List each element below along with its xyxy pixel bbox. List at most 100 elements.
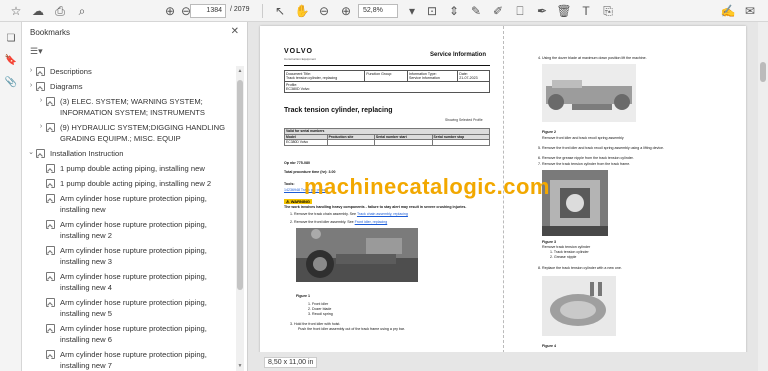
hdr-value: 21-07-2023 — [459, 76, 478, 80]
hdr-value: EC380D Volvo — [286, 87, 310, 91]
bookmark-label: (3) ELEC. SYSTEM; WARNING SYSTEM; INFORM… — [60, 97, 205, 117]
figure-1-illustration — [296, 228, 418, 282]
bookmark-item[interactable]: Arm cylinder hose rupture protection pip… — [22, 245, 236, 267]
bookmark-star-icon[interactable]: ☆ — [8, 3, 24, 19]
bookmark-item[interactable]: Arm cylinder hose rupture protection pip… — [22, 219, 236, 241]
attach-icon[interactable]: ⎘ — [600, 3, 616, 19]
fit-page-icon[interactable]: ⊡ — [424, 3, 440, 19]
bookmark-item[interactable]: ⌄ Installation Instruction — [22, 148, 236, 159]
email-icon[interactable]: ✉ — [742, 3, 758, 19]
figure-3-illustration — [542, 170, 608, 236]
zoom-in-icon[interactable]: ⊕ — [338, 3, 354, 19]
bookmark-ribbon-icon — [46, 246, 55, 255]
figure-2-photo — [542, 64, 636, 122]
search-icon[interactable]: ⌕ — [74, 3, 90, 19]
expand-caret-icon[interactable]: ⌄ — [26, 148, 36, 158]
page-up-icon[interactable]: ⊕ — [162, 3, 178, 19]
step-8: 8. Replace the track tension cylinder wi… — [538, 266, 622, 270]
upload-cloud-icon[interactable]: ☁ — [30, 3, 46, 19]
expand-caret-icon[interactable]: › — [36, 96, 46, 106]
bookmark-label: Arm cylinder hose rupture protection pip… — [60, 220, 207, 240]
scroll-up-icon[interactable]: ▲ — [236, 68, 244, 74]
tools-label: Tools: — [284, 182, 295, 186]
figure-3-photo — [542, 170, 608, 236]
empty-cell — [431, 139, 491, 146]
toolbar: ☆ ☁ ⎙ ⌕ ⊕ ⊖ 1384 / 2079 ↖ ✋ ⊖ ⊕ 52,8% ▾ … — [0, 0, 768, 22]
fig3-item: 2. Grease nipple — [550, 255, 577, 259]
page-total-label: / 2079 — [230, 6, 250, 13]
fill-sign-icon[interactable]: ✒ — [534, 3, 550, 19]
bookmark-item[interactable]: Arm cylinder hose rupture protection pip… — [22, 323, 236, 345]
scroll-thumb[interactable] — [237, 80, 243, 290]
step-3: 3. Hold the front idler with hoist. — [290, 322, 341, 326]
bookmark-item[interactable]: › Diagrams — [22, 81, 236, 92]
comment-icon[interactable]: ✎ — [468, 3, 484, 19]
bookmark-item[interactable]: Arm cylinder hose rupture protection pip… — [22, 271, 236, 293]
step-1: 1. Remove the track chain assembly. See … — [290, 212, 408, 216]
zoom-select[interactable]: 52,8% — [358, 4, 398, 18]
bookmark-ribbon-icon — [46, 194, 55, 203]
bookmark-ribbon-icon — [46, 272, 55, 281]
bookmark-item[interactable]: › (9) HYDRAULIC SYSTEM;DIGGING HANDLING G… — [22, 122, 236, 144]
bookmark-label: Arm cylinder hose rupture protection pip… — [60, 324, 207, 344]
header-table: Document Title: Track tension cylinder, r… — [283, 70, 490, 93]
stamp-icon[interactable]: ⎕ — [512, 3, 528, 19]
step-6: 6. Remove the grease nipple from the tra… — [538, 156, 634, 160]
bookmark-ribbon-icon — [46, 164, 55, 173]
warning-text: The work involves handling heavy compone… — [284, 205, 467, 209]
bookmark-item[interactable]: › (3) ELEC. SYSTEM; WARNING SYSTEM; INFOR… — [22, 96, 236, 118]
delete-icon[interactable]: 🗑 — [556, 3, 572, 19]
scroll-down-icon[interactable]: ▼ — [236, 363, 244, 369]
doc-scroll-thumb[interactable] — [760, 62, 766, 82]
step-1-text: 1. Remove the track chain assembly. See — [290, 212, 357, 216]
bookmark-options-icon[interactable]: ☰▾ — [30, 46, 52, 58]
bookmark-icon[interactable]: 🔖 — [4, 54, 18, 68]
attachment-icon[interactable]: 📎 — [4, 76, 18, 90]
bookmark-label: Arm cylinder hose rupture protection pip… — [60, 350, 207, 370]
bookmark-label: Descriptions — [50, 67, 92, 76]
print-icon[interactable]: ⎙ — [52, 3, 68, 19]
step-3b: Push the front idler assembly out of the… — [298, 327, 405, 331]
expand-caret-icon[interactable]: › — [36, 122, 46, 132]
figure-4-photo — [542, 276, 616, 336]
document-title: Track tension cylinder, replacing — [284, 107, 393, 114]
empty-cell — [373, 139, 433, 146]
highlight-icon[interactable]: ✐ — [490, 3, 506, 19]
edit-pen-icon[interactable]: ✍ — [720, 3, 736, 19]
text-tool-icon[interactable]: T — [578, 3, 594, 19]
bookmark-item[interactable]: Arm cylinder hose rupture protection pip… — [22, 349, 236, 371]
step-2-link[interactable]: Front idler, replacing — [355, 220, 388, 224]
hdr-label: Profile: — [286, 82, 298, 87]
zoom-out-icon[interactable]: ⊖ — [316, 3, 332, 19]
bookmark-tree: › Descriptions › Diagrams › (3) ELEC. SYSTEM;… — [22, 66, 236, 371]
select-cursor-icon[interactable]: ↖ — [272, 3, 288, 19]
step-1-link[interactable]: Track chain assembly, replacing — [357, 212, 408, 216]
zoom-dropdown-icon[interactable]: ▾ — [404, 3, 420, 19]
expand-caret-icon[interactable]: › — [26, 81, 36, 91]
figure-1-list: 1. Front idler 2. Dozer blade 3. Recoil … — [308, 302, 333, 317]
step-2-text: 2. Remove the front idler assembly. See — [290, 220, 355, 224]
bookmark-item[interactable]: 1 pump double acting piping, installing … — [22, 178, 236, 189]
bookmarks-scrollbar[interactable]: ▲ ▼ — [236, 66, 244, 371]
scroll-mode-icon[interactable]: ⇕ — [446, 3, 462, 19]
expand-caret-icon[interactable]: › — [26, 66, 36, 76]
pages-icon[interactable]: ❏ — [4, 32, 18, 46]
hdr-value: Track tension cylinder, replacing — [286, 76, 338, 80]
bottom-strip — [248, 352, 768, 371]
figure-1-photo — [296, 228, 418, 282]
bookmark-label: Arm cylinder hose rupture protection pip… — [60, 194, 207, 214]
page-number-input[interactable]: 1384 — [190, 4, 226, 18]
bookmark-item[interactable]: Arm cylinder hose rupture protection pip… — [22, 193, 236, 215]
bookmark-label: 1 pump double acting piping, installing … — [60, 179, 212, 188]
bookmark-item[interactable]: 1 pump double acting piping, installing … — [22, 163, 236, 174]
bookmark-ribbon-icon — [46, 123, 55, 132]
hand-tool-icon[interactable]: ✋ — [294, 3, 310, 19]
bookmark-ribbon-icon — [46, 220, 55, 229]
document-scrollbar[interactable] — [758, 22, 768, 371]
bookmark-ribbon-icon — [46, 179, 55, 188]
close-icon[interactable]: ✕ — [231, 26, 239, 37]
header-label: Service Information — [430, 52, 487, 58]
bookmark-item[interactable]: › Descriptions — [22, 66, 236, 77]
bookmark-item[interactable]: Arm cylinder hose rupture protection pip… — [22, 297, 236, 319]
bookmark-label: Arm cylinder hose rupture protection pip… — [60, 246, 207, 266]
